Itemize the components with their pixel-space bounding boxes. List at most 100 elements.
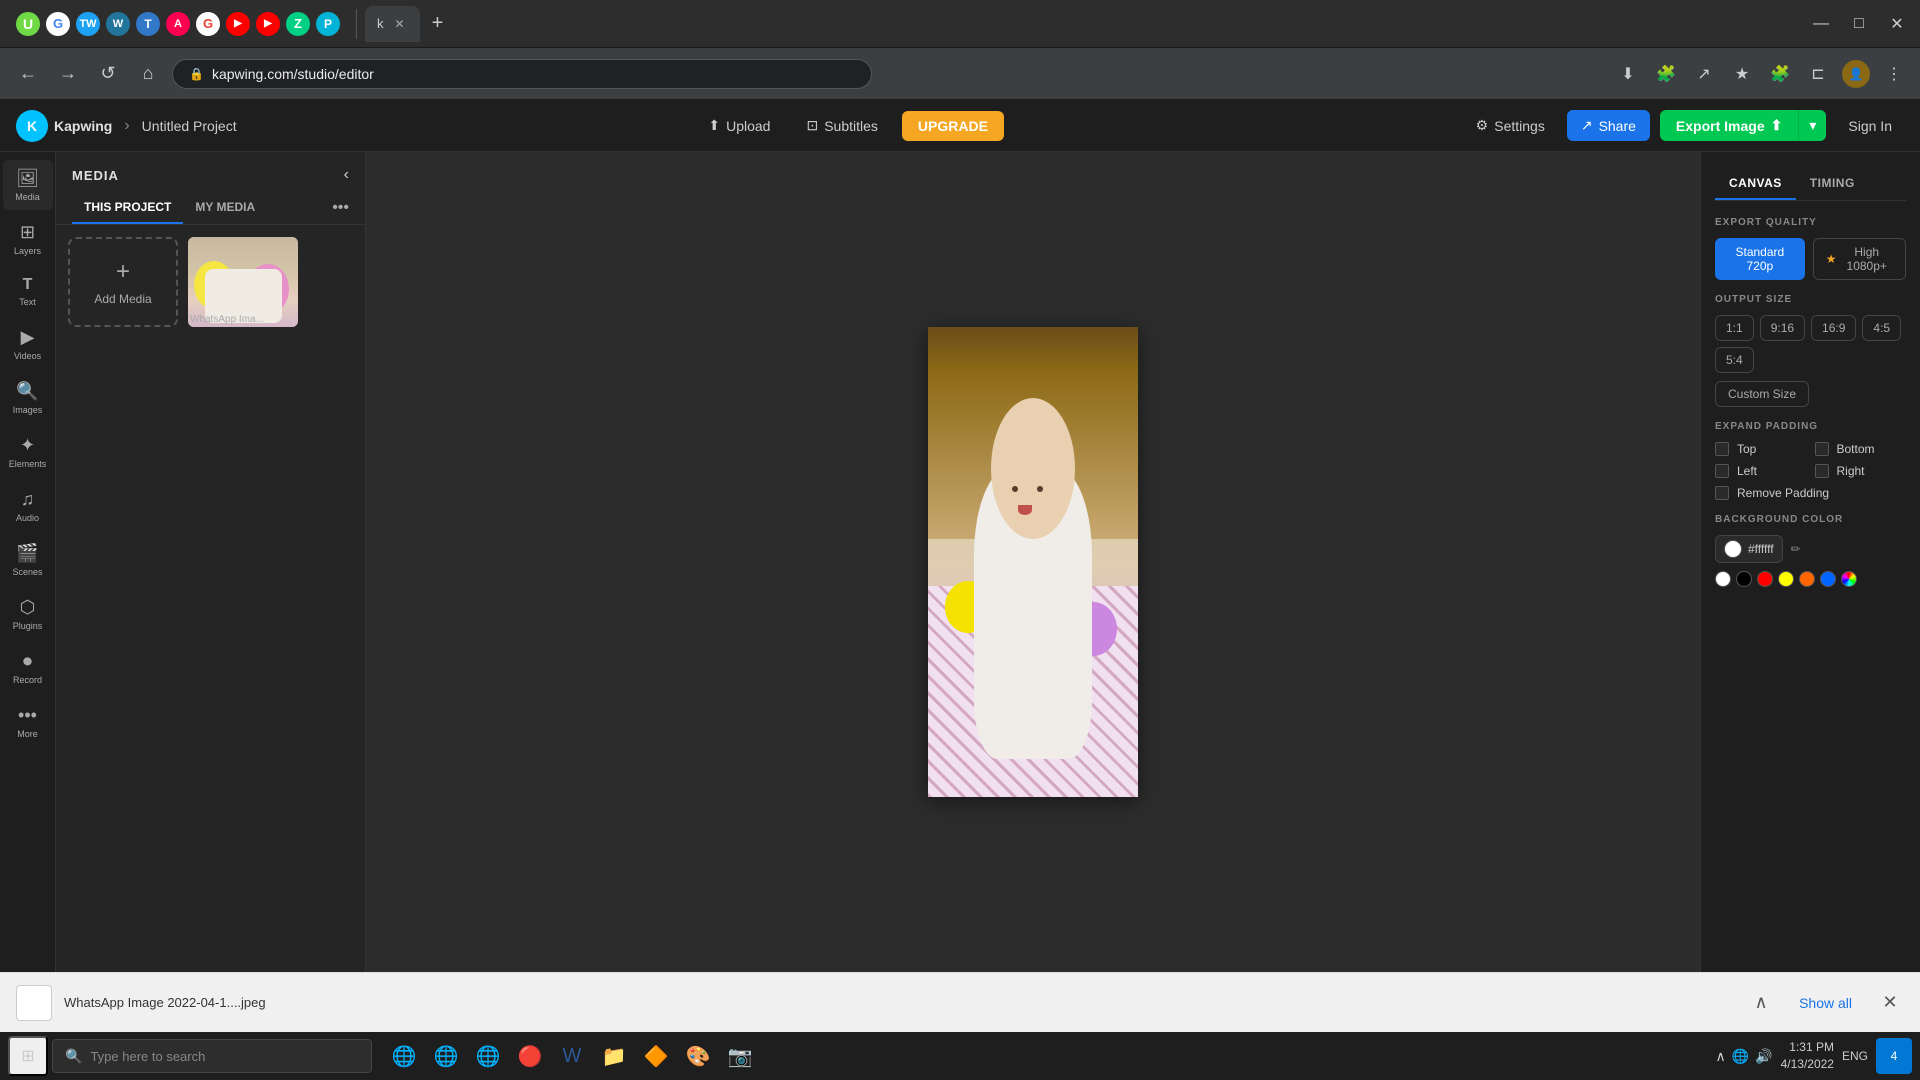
canvas-area[interactable]: [366, 152, 1700, 972]
up-arrow-icon[interactable]: ∧: [1715, 1048, 1725, 1065]
sidebar-item-elements[interactable]: ✦ Elements: [3, 427, 53, 477]
tab-favicon-tw[interactable]: TW: [76, 12, 100, 36]
home-button[interactable]: ⌂: [132, 58, 164, 90]
size-4-5-button[interactable]: 4:5: [1862, 315, 1901, 341]
media-tab-more[interactable]: •••: [332, 199, 349, 217]
forward-button[interactable]: →: [52, 58, 84, 90]
tab-favicon-yt[interactable]: ▶: [226, 12, 250, 36]
show-all-button[interactable]: Show all: [1787, 989, 1864, 1017]
padding-left-checkbox[interactable]: [1715, 464, 1729, 478]
menu-icon[interactable]: ⋮: [1880, 60, 1908, 88]
taskbar-app-chrome[interactable]: 🌐: [426, 1036, 466, 1076]
tab-close-button[interactable]: ✕: [392, 16, 408, 32]
new-tab-button[interactable]: +: [424, 10, 452, 38]
settings-button[interactable]: ⚙ Settings: [1464, 111, 1557, 140]
pencil-icon[interactable]: ✏: [1791, 542, 1801, 556]
quality-high-button[interactable]: ★ High 1080p+: [1813, 238, 1906, 280]
window-close-button[interactable]: ✕: [1882, 9, 1912, 39]
active-tab[interactable]: k ✕: [365, 6, 420, 42]
size-5-4-button[interactable]: 5:4: [1715, 347, 1754, 373]
tab-this-project[interactable]: THIS PROJECT: [72, 192, 183, 224]
share-button[interactable]: ↗ Share: [1567, 110, 1650, 141]
taskbar-search[interactable]: 🔍 Type here to search: [52, 1039, 372, 1073]
remove-padding-checkbox[interactable]: [1715, 486, 1729, 500]
start-button[interactable]: ⊞: [8, 1036, 48, 1076]
size-9-16-button[interactable]: 9:16: [1760, 315, 1805, 341]
taskbar-app-paint[interactable]: 🎨: [678, 1036, 718, 1076]
padding-bottom-checkbox[interactable]: [1815, 442, 1829, 456]
tab-favicon-ani[interactable]: A: [166, 12, 190, 36]
media-panel-collapse-button[interactable]: ‹: [344, 166, 349, 184]
url-bar[interactable]: 🔒 kapwing.com/studio/editor: [172, 59, 872, 89]
taskbar-app-edge2[interactable]: 🌐: [468, 1036, 508, 1076]
sidebar-item-media[interactable]: 🖼 Media: [3, 160, 53, 210]
notification-button[interactable]: 4: [1876, 1038, 1912, 1074]
sidebar-item-images[interactable]: 🔍 Images: [3, 373, 53, 423]
export-dropdown-button[interactable]: ▾: [1798, 110, 1826, 141]
bookmark-icon[interactable]: ★: [1728, 60, 1756, 88]
tab-favicon-yt2[interactable]: ▶: [256, 12, 280, 36]
swatch-black[interactable]: [1736, 571, 1752, 587]
back-button[interactable]: ←: [12, 58, 44, 90]
tab-favicon-google[interactable]: G: [46, 12, 70, 36]
swatch-blue[interactable]: [1820, 571, 1836, 587]
quality-standard-button[interactable]: Standard 720p: [1715, 238, 1805, 280]
tab-favicon-wp[interactable]: W: [106, 12, 130, 36]
media-thumbnail[interactable]: WhatsApp Ima...: [188, 237, 298, 327]
taskbar-app-browser[interactable]: 🔴: [510, 1036, 550, 1076]
tab-favicon-z[interactable]: Z: [286, 12, 310, 36]
sidebar-item-layers[interactable]: ⊞ Layers: [3, 214, 53, 264]
signin-button[interactable]: Sign In: [1836, 112, 1904, 140]
bg-color-swatch-main[interactable]: #ffffff: [1715, 535, 1783, 563]
sidebar-item-scenes[interactable]: 🎬 Scenes: [3, 535, 53, 585]
close-bar-button[interactable]: ✕: [1876, 989, 1904, 1017]
size-1-1-button[interactable]: 1:1: [1715, 315, 1754, 341]
upgrade-button[interactable]: UPGRADE: [902, 111, 1004, 141]
swatch-rainbow[interactable]: [1841, 571, 1857, 587]
speaker-icon[interactable]: 🔊: [1755, 1048, 1772, 1065]
taskbar-app-files[interactable]: 📁: [594, 1036, 634, 1076]
taskbar-app-word[interactable]: W: [552, 1036, 592, 1076]
tab-favicon-p[interactable]: P: [316, 12, 340, 36]
tab-favicon-upwork[interactable]: U: [16, 12, 40, 36]
collapse-download-button[interactable]: ∧: [1747, 989, 1775, 1017]
tab-favicon-g2[interactable]: G: [196, 12, 220, 36]
refresh-button[interactable]: ↺: [92, 58, 124, 90]
tab-canvas[interactable]: CANVAS: [1715, 168, 1796, 200]
swatch-yellow[interactable]: [1778, 571, 1794, 587]
extensions-icon[interactable]: 🧩: [1652, 60, 1680, 88]
export-button[interactable]: Export Image ⬆: [1660, 110, 1798, 141]
media-panel-header: MEDIA ‹: [56, 152, 365, 192]
sidebar-item-audio[interactable]: ♫ Audio: [3, 481, 53, 531]
padding-top-checkbox[interactable]: [1715, 442, 1729, 456]
window-minimize-button[interactable]: —: [1806, 9, 1836, 39]
sidebar-item-videos[interactable]: ▶ Videos: [3, 319, 53, 369]
swatch-red[interactable]: [1757, 571, 1773, 587]
tab-my-media[interactable]: MY MEDIA: [183, 192, 267, 224]
share-icon[interactable]: ↗: [1690, 60, 1718, 88]
profile-avatar[interactable]: 👤: [1842, 60, 1870, 88]
sidebar-item-text[interactable]: T Text: [3, 268, 53, 315]
swatch-orange[interactable]: [1799, 571, 1815, 587]
add-media-button[interactable]: + Add Media: [68, 237, 178, 327]
sidebar-item-record[interactable]: ⏺ Record: [3, 643, 53, 693]
taskbar-app-edge[interactable]: 🌐: [384, 1036, 424, 1076]
download-icon[interactable]: ⬇: [1614, 60, 1642, 88]
sidebar-item-more[interactable]: ••• More: [3, 697, 53, 747]
window-maximize-button[interactable]: □: [1844, 9, 1874, 39]
network-icon[interactable]: 🌐: [1732, 1048, 1749, 1065]
size-16-9-button[interactable]: 16:9: [1811, 315, 1856, 341]
tab-timing[interactable]: TIMING: [1796, 168, 1869, 200]
puzzle-icon[interactable]: 🧩: [1766, 60, 1794, 88]
padding-right-checkbox[interactable]: [1815, 464, 1829, 478]
taskbar-app-camera[interactable]: 📷: [720, 1036, 760, 1076]
sidebar-item-plugins[interactable]: ⬡ Plugins: [3, 589, 53, 639]
swatch-white[interactable]: [1715, 571, 1731, 587]
taskbar-app-git[interactable]: 🔶: [636, 1036, 676, 1076]
system-clock[interactable]: 1:31 PM 4/13/2022: [1781, 1039, 1834, 1073]
custom-size-button[interactable]: Custom Size: [1715, 381, 1809, 407]
upload-button[interactable]: ⬆ Upload: [696, 111, 782, 140]
subtitles-button[interactable]: ⊡ Subtitles: [794, 111, 889, 140]
tab-favicon-t[interactable]: T: [136, 12, 160, 36]
split-icon[interactable]: ⊏: [1804, 60, 1832, 88]
